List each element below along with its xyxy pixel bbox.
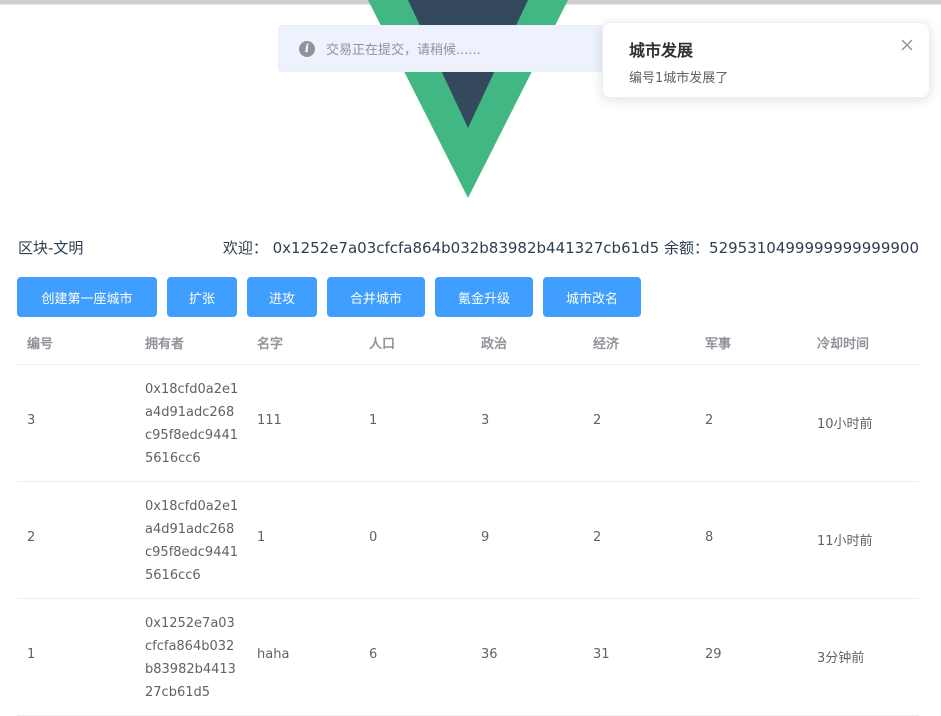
column-header-id[interactable]: 编号 — [27, 333, 53, 352]
column-header-name[interactable]: 名字 — [257, 333, 283, 352]
column-header-population[interactable]: 人口 — [369, 333, 395, 352]
cell-population: 6 — [369, 647, 378, 662]
column-header-military[interactable]: 军事 — [705, 333, 731, 352]
close-icon[interactable] — [899, 37, 915, 53]
cell-owner: 0x1252e7a03cfcfa864b032b83982b441327cb61… — [145, 616, 236, 700]
merge-city-button[interactable]: 合并城市 — [327, 277, 425, 317]
app-brand: 区块-文明 — [18, 239, 84, 257]
cell-politics: 36 — [481, 647, 498, 662]
cell-owner: 0x18cfd0a2e1a4d91adc268c95f8edc94415616c… — [145, 499, 239, 583]
cell-politics: 9 — [481, 530, 490, 545]
cell-politics: 3 — [481, 413, 490, 428]
loading-message: i 交易正在提交，请稍候...... — [278, 25, 608, 72]
account-info: 欢迎： 0x1252e7a03cfcfa864b032b83982b441327… — [223, 237, 919, 258]
balance-value: 5295310499999999999900 — [709, 239, 919, 257]
column-header-owner[interactable]: 拥有者 — [145, 333, 184, 352]
cell-name: 111 — [257, 413, 282, 428]
cell-economy: 31 — [593, 647, 610, 662]
column-header-economy[interactable]: 经济 — [593, 333, 619, 352]
cell-economy: 2 — [593, 530, 602, 545]
notification-title: 城市发展 — [629, 41, 694, 60]
city-table: 编号 拥有者 名字 人口 政治 经济 军事 冷却时间 3 0x18cfd0a2e… — [17, 317, 919, 716]
rename-city-button[interactable]: 城市改名 — [543, 277, 641, 317]
cell-population: 0 — [369, 530, 378, 545]
info-icon: i — [299, 40, 315, 57]
balance-label: 余额： — [664, 239, 710, 257]
message-text: 交易正在提交，请稍候...... — [326, 43, 481, 58]
table-row[interactable]: 1 0x1252e7a03cfcfa864b032b83982b441327cb… — [17, 599, 919, 716]
cell-id: 2 — [27, 530, 36, 545]
notification-body: 编号1城市发展了 — [629, 71, 729, 86]
table-row[interactable]: 2 0x18cfd0a2e1a4d91adc268c95f8edc9441561… — [17, 482, 919, 599]
cell-name: 1 — [257, 530, 266, 545]
create-first-city-button[interactable]: 创建第一座城市 — [17, 277, 157, 317]
cell-economy: 2 — [593, 413, 602, 428]
expand-button[interactable]: 扩张 — [167, 277, 237, 317]
cell-id: 1 — [27, 647, 36, 662]
cell-cooldown: 3分钟前 — [817, 651, 865, 666]
cell-military: 2 — [705, 413, 714, 428]
cell-owner: 0x18cfd0a2e1a4d91adc268c95f8edc94415616c… — [145, 382, 239, 466]
cell-cooldown: 11小时前 — [817, 534, 873, 549]
cell-military: 8 — [705, 530, 714, 545]
welcome-label: 欢迎： — [222, 239, 268, 257]
table-row[interactable]: 3 0x18cfd0a2e1a4d91adc268c95f8edc9441561… — [17, 365, 919, 482]
cell-cooldown: 10小时前 — [817, 417, 873, 432]
cell-military: 29 — [705, 647, 722, 662]
cell-id: 3 — [27, 413, 36, 428]
cell-name: haha — [257, 647, 290, 662]
notification: 城市发展 编号1城市发展了 — [602, 22, 930, 98]
table-header: 编号 拥有者 名字 人口 政治 经济 军事 冷却时间 — [17, 317, 919, 365]
cell-population: 1 — [369, 413, 378, 428]
column-header-cooldown[interactable]: 冷却时间 — [817, 333, 869, 352]
pay-upgrade-button[interactable]: 氪金升级 — [435, 277, 533, 317]
column-header-politics[interactable]: 政治 — [481, 333, 507, 352]
account-address: 0x1252e7a03cfcfa864b032b83982b441327cb61… — [272, 239, 660, 257]
attack-button[interactable]: 进攻 — [247, 277, 317, 317]
